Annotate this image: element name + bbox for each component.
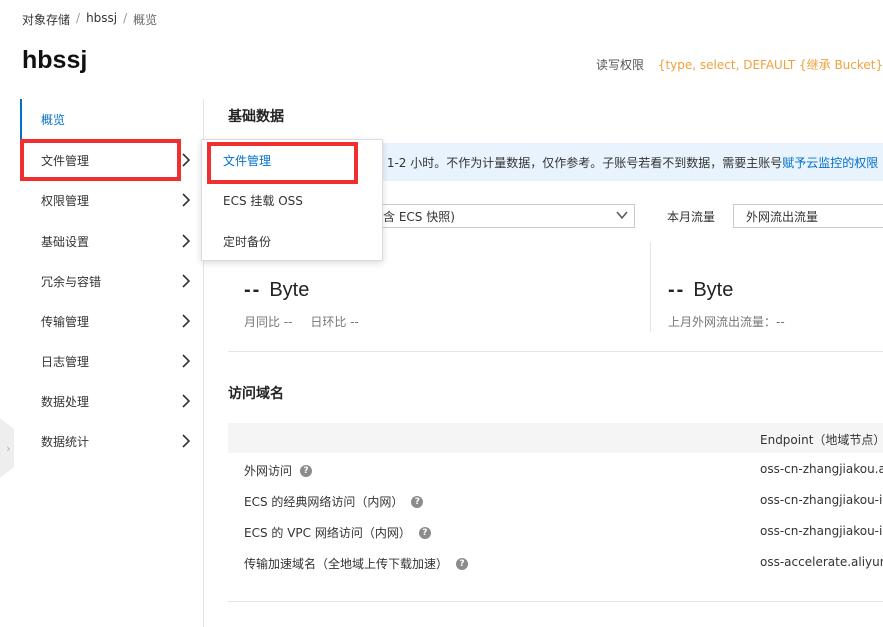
sidebar-item-label: 权限管理: [41, 193, 90, 208]
storage-value-number: --: [244, 279, 262, 301]
notice-link[interactable]: 赋予云监控的权限: [782, 154, 878, 171]
collapse-arrow-icon: ›: [6, 441, 11, 455]
traffic-value: -- Byte: [668, 279, 733, 302]
storage-type-value: 含 ECS 快照): [383, 209, 455, 224]
section-divider: [228, 601, 883, 602]
submenu-item-scheduled-backup[interactable]: 定时备份: [202, 221, 382, 261]
row-label: 外网访问: [244, 464, 293, 478]
storage-meta: 月同比 -- 日环比 --: [244, 313, 359, 330]
chevron-right-icon: [182, 394, 190, 408]
chevron-right-icon: [182, 354, 190, 368]
table-row: ECS 的经典网络访问（内网）? oss-cn-zhangjiakou-in: [228, 485, 883, 516]
highlight-box-submenu: [207, 142, 358, 184]
row-label: ECS 的 VPC 网络访问（内网）: [244, 526, 411, 540]
domains-title: 访问域名: [228, 386, 284, 402]
chevron-down-icon: [616, 211, 628, 220]
chevron-right-icon: [182, 234, 190, 248]
storage-value-unit: Byte: [269, 279, 310, 301]
traffic-label: 本月流量: [667, 210, 716, 224]
sidebar-item-statistics[interactable]: 数据统计: [20, 421, 204, 461]
sidebar-item-label: 基础设置: [41, 234, 90, 249]
row-endpoint: oss-cn-zhangjiakou.a: [760, 462, 883, 476]
chevron-right-icon: [182, 193, 190, 207]
sidebar-collapse-handle[interactable]: ›: [0, 418, 14, 478]
notice-text: 迟 1-2 小时。不作为计量数据，仅作参考。子账号若看不到数据，需要主账号: [371, 155, 783, 170]
breadcrumb-separator: /: [76, 11, 81, 25]
breadcrumb-bucket[interactable]: hbssj: [86, 11, 117, 28]
dod-label: 日环比: [310, 315, 347, 329]
chevron-right-icon: [182, 153, 190, 167]
domains-table-header: Endpoint（地域节点）: [228, 423, 883, 453]
section-divider: [228, 351, 883, 352]
highlight-box-sidebar: [20, 139, 181, 181]
mom-label: 月同比: [244, 315, 281, 329]
row-endpoint: oss-cn-zhangjiakou-in: [760, 524, 883, 538]
chevron-right-icon: [182, 274, 190, 288]
breadcrumb-separator: /: [123, 11, 128, 25]
permission-info: 读写权限 {type, select, DEFAULT {继承 Bucket} …: [596, 56, 883, 73]
sidebar-item-logs[interactable]: 日志管理: [20, 341, 204, 381]
sidebar-item-label: 数据统计: [41, 434, 90, 449]
endpoint-column-header: Endpoint（地域节点）: [760, 433, 883, 447]
sidebar-item-overview[interactable]: 概览: [20, 99, 204, 139]
help-icon[interactable]: ?: [418, 526, 431, 539]
stats-divider: [650, 242, 651, 332]
sidebar-item-data-processing[interactable]: 数据处理: [20, 381, 204, 421]
mom-value: --: [283, 315, 293, 329]
permission-value: {type, select, DEFAULT {继承 Bucket} PR: [657, 58, 883, 72]
sidebar-item-label: 数据处理: [41, 394, 90, 409]
basic-data-title: 基础数据: [228, 109, 284, 125]
table-row: 外网访问? oss-cn-zhangjiakou.a: [228, 454, 883, 485]
sidebar-item-label: 冗余与容错: [41, 274, 102, 289]
row-endpoint: oss-cn-zhangjiakou-in: [760, 493, 883, 507]
traffic-type-select[interactable]: 外网流出流量: [733, 204, 883, 228]
row-label: ECS 的经典网络访问（内网）: [244, 495, 404, 509]
sidebar-item-basic-settings[interactable]: 基础设置: [20, 221, 204, 261]
dod-value: --: [350, 315, 359, 329]
chevron-right-icon: [182, 434, 190, 448]
traffic-value-unit: Byte: [693, 279, 734, 301]
sidebar-item-label: 日志管理: [41, 354, 90, 369]
traffic-type-value: 外网流出流量: [746, 209, 819, 224]
sidebar-item-transfer[interactable]: 传输管理: [20, 301, 204, 341]
help-icon[interactable]: ?: [411, 495, 424, 508]
sidebar-item-permissions[interactable]: 权限管理: [20, 180, 204, 220]
breadcrumb-current: 概览: [133, 13, 158, 27]
help-icon[interactable]: ?: [456, 557, 469, 570]
sidebar-item-label: 传输管理: [41, 314, 90, 329]
permission-label: 读写权限: [596, 58, 645, 72]
storage-value: -- Byte: [244, 279, 309, 302]
help-icon[interactable]: ?: [300, 464, 313, 477]
row-endpoint: oss-accelerate.aliyunc: [760, 555, 883, 569]
traffic-value-number: --: [668, 279, 686, 301]
submenu-item-label: ECS 挂载 OSS: [223, 193, 303, 208]
breadcrumb-oss[interactable]: 对象存储: [22, 11, 70, 28]
row-label: 传输加速域名（全地域上传下载加速）: [244, 557, 449, 571]
chevron-right-icon: [182, 314, 190, 328]
sidebar-item-redundancy[interactable]: 冗余与容错: [20, 261, 204, 301]
submenu-item-ecs-mount[interactable]: ECS 挂载 OSS: [202, 180, 382, 220]
traffic-meta: 上月外网流出流量：--: [668, 315, 785, 329]
submenu-item-label: 定时备份: [223, 234, 272, 249]
page-title: hbssj: [22, 46, 88, 74]
table-row: 传输加速域名（全地域上传下载加速）? oss-accelerate.aliyun…: [228, 547, 883, 578]
sidebar-item-label: 概览: [41, 112, 66, 127]
table-row: ECS 的 VPC 网络访问（内网）? oss-cn-zhangjiakou-i…: [228, 516, 883, 547]
breadcrumb: 对象存储 / hbssj / 概览: [22, 11, 157, 28]
